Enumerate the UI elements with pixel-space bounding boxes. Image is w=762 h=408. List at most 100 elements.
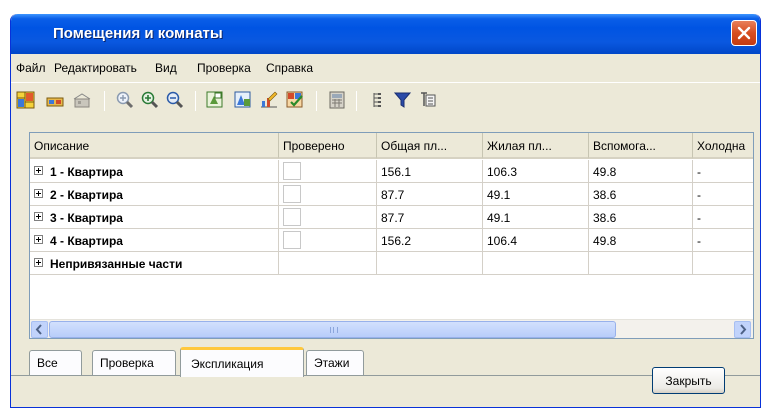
column-header-checked[interactable]: Проверено <box>279 133 377 159</box>
area-button-2[interactable] <box>232 89 254 111</box>
description-cell: 1 - Квартира <box>30 160 279 183</box>
expand-icon[interactable] <box>34 166 43 175</box>
cold-area-cell: - <box>693 160 753 183</box>
row-label: 2 - Квартира <box>50 188 123 202</box>
menu-check[interactable]: Проверка <box>197 61 251 75</box>
auxiliary-area-cell: 49.8 <box>589 160 693 183</box>
toolbar <box>11 82 760 116</box>
checked-cell <box>279 229 377 252</box>
scroll-left-button[interactable] <box>31 321 48 338</box>
chart-icon <box>261 91 278 108</box>
expand-icon[interactable] <box>34 235 43 244</box>
zoom-in-button[interactable] <box>139 89 161 111</box>
window-title: Помещения и комнаты <box>53 25 223 42</box>
zoom-button[interactable] <box>114 89 136 111</box>
tab-all[interactable]: Все <box>29 350 82 375</box>
room-disabled-icon <box>73 93 91 108</box>
table-row[interactable]: 3 - Квартира 87.7 49.1 38.6 - <box>30 206 753 229</box>
description-cell: 2 - Квартира <box>30 183 279 206</box>
zoom-in-icon <box>141 91 159 109</box>
tab-explication[interactable]: Экспликация <box>180 347 304 377</box>
table-row[interactable]: Непривязанные части <box>30 252 753 275</box>
tree-button[interactable] <box>417 89 439 111</box>
expand-icon[interactable] <box>34 189 43 198</box>
table-row[interactable]: 4 - Квартира 156.2 106.4 49.8 - <box>30 229 753 252</box>
description-cell: Непривязанные части <box>30 252 279 275</box>
horizontal-scrollbar[interactable] <box>30 319 753 338</box>
checked-checkbox[interactable] <box>283 162 301 180</box>
tab-floors[interactable]: Этажи <box>306 350 364 375</box>
window-close-button[interactable] <box>731 20 757 46</box>
grip-icon <box>330 327 338 333</box>
expand-icon[interactable] <box>34 212 43 221</box>
zoom-out-icon <box>166 91 184 109</box>
scroll-thumb[interactable] <box>49 321 616 338</box>
menu-help[interactable]: Справка <box>266 61 313 75</box>
scroll-right-button[interactable] <box>734 321 751 338</box>
close-button[interactable]: Закрыть <box>652 367 725 394</box>
expand-icon[interactable] <box>34 258 43 267</box>
zoom-out-button[interactable] <box>164 89 186 111</box>
row-label: 1 - Квартира <box>50 165 123 179</box>
menu-edit[interactable]: Редактировать <box>54 61 137 75</box>
living-area-cell: 106.3 <box>483 160 589 183</box>
checked-cell <box>279 160 377 183</box>
plan-icon <box>16 91 35 109</box>
living-area-cell <box>483 252 589 275</box>
menu-bar: Файл Редактировать Вид Проверка Справка <box>11 56 760 78</box>
checked-checkbox[interactable] <box>283 231 301 249</box>
tab-check[interactable]: Проверка <box>92 350 176 375</box>
auxiliary-area-cell: 38.6 <box>589 206 693 229</box>
checked-checkbox[interactable] <box>283 185 301 203</box>
table-row[interactable]: 1 - Квартира 156.1 106.3 49.8 - <box>30 160 753 183</box>
list-icon <box>373 93 381 107</box>
auxiliary-area-cell: 49.8 <box>589 229 693 252</box>
check-icon <box>286 91 303 108</box>
total-area-cell <box>377 252 483 275</box>
row-label: 3 - Квартира <box>50 211 123 225</box>
area-icon-2 <box>234 91 251 108</box>
calculator-button[interactable] <box>326 89 348 111</box>
check-button[interactable] <box>284 89 306 111</box>
toolbar-separator <box>356 91 357 111</box>
area-button-1[interactable] <box>204 89 226 111</box>
toolbar-separator <box>316 91 317 111</box>
auxiliary-area-cell <box>589 252 693 275</box>
cold-area-cell: - <box>693 229 753 252</box>
description-cell: 3 - Квартира <box>30 206 279 229</box>
room-icon <box>46 97 64 107</box>
calculator-icon <box>329 91 345 109</box>
room-button[interactable] <box>44 89 66 111</box>
checked-cell <box>279 183 377 206</box>
table-row[interactable]: 2 - Квартира 87.7 49.1 38.6 - <box>30 183 753 206</box>
chart-button[interactable] <box>258 89 280 111</box>
close-icon <box>737 26 751 40</box>
total-area-cell: 87.7 <box>377 183 483 206</box>
menu-view[interactable]: Вид <box>155 61 177 75</box>
checked-checkbox[interactable] <box>283 208 301 226</box>
row-label: Непривязанные части <box>50 257 183 271</box>
plan-button[interactable] <box>15 89 37 111</box>
column-header-description[interactable]: Описание <box>30 133 279 159</box>
row-label: 4 - Квартира <box>50 234 123 248</box>
title-bar[interactable]: Помещения и комнаты <box>11 14 760 54</box>
arrow-left-icon <box>35 324 42 335</box>
checked-cell <box>279 252 377 275</box>
cold-area-cell: - <box>693 183 753 206</box>
column-header-living-area[interactable]: Жилая пл... <box>483 133 589 159</box>
toolbar-separator <box>195 91 196 111</box>
tab-strip-line <box>11 375 760 376</box>
menu-file[interactable]: Файл <box>16 61 46 75</box>
total-area-cell: 156.2 <box>377 229 483 252</box>
list-button[interactable] <box>367 89 389 111</box>
rooms-window: Помещения и комнаты Файл Редактировать В… <box>10 14 761 408</box>
column-header-cold[interactable]: Холодна <box>693 133 753 159</box>
rooms-table: Описание Проверено Общая пл... Жилая пл.… <box>29 132 754 339</box>
room-disabled-button[interactable] <box>71 89 93 111</box>
cold-area-cell: - <box>693 206 753 229</box>
column-header-auxiliary-area[interactable]: Вспомога... <box>589 133 693 159</box>
filter-button[interactable] <box>392 89 414 111</box>
column-header-total-area[interactable]: Общая пл... <box>377 133 483 159</box>
living-area-cell: 49.1 <box>483 183 589 206</box>
living-area-cell: 106.4 <box>483 229 589 252</box>
